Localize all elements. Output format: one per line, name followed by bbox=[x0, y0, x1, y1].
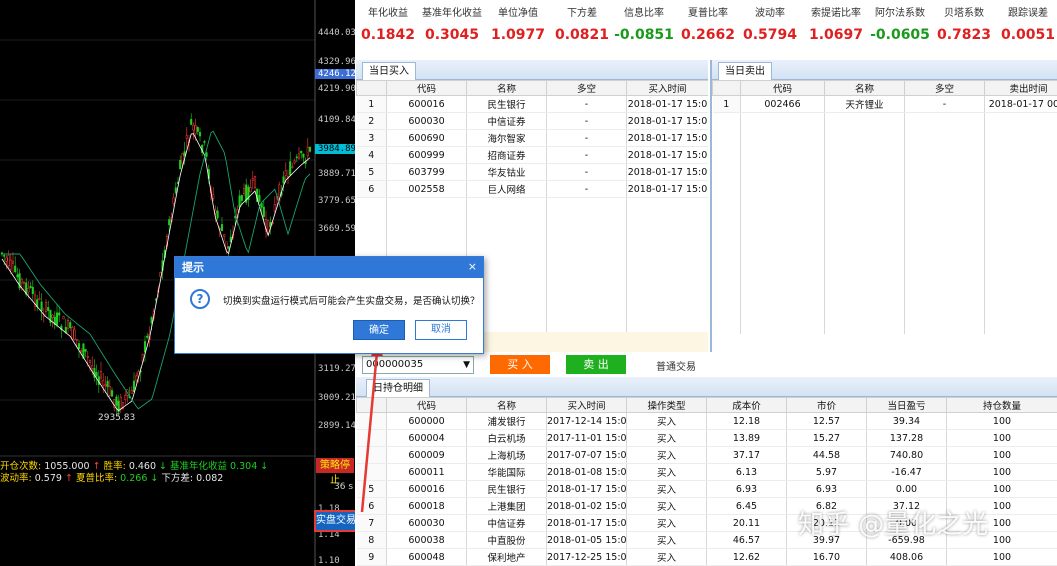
annotation-arrow bbox=[360, 342, 383, 513]
dialog-message: 切换到实盘运行模式后可能会产生实盘交易，是否确认切换？ bbox=[223, 296, 480, 307]
question-icon: ? bbox=[190, 289, 210, 309]
watermark: 知乎 @量化之光 bbox=[798, 510, 989, 540]
confirm-dialog: 提示 × ? 切换到实盘运行模式后可能会产生实盘交易，是否确认切换？ 确定 取消 bbox=[174, 256, 484, 354]
cancel-button[interactable]: 取消 bbox=[415, 320, 467, 340]
dialog-title: 提示 bbox=[175, 257, 483, 278]
close-icon[interactable]: × bbox=[468, 260, 477, 273]
confirm-button[interactable]: 确定 bbox=[353, 320, 405, 340]
